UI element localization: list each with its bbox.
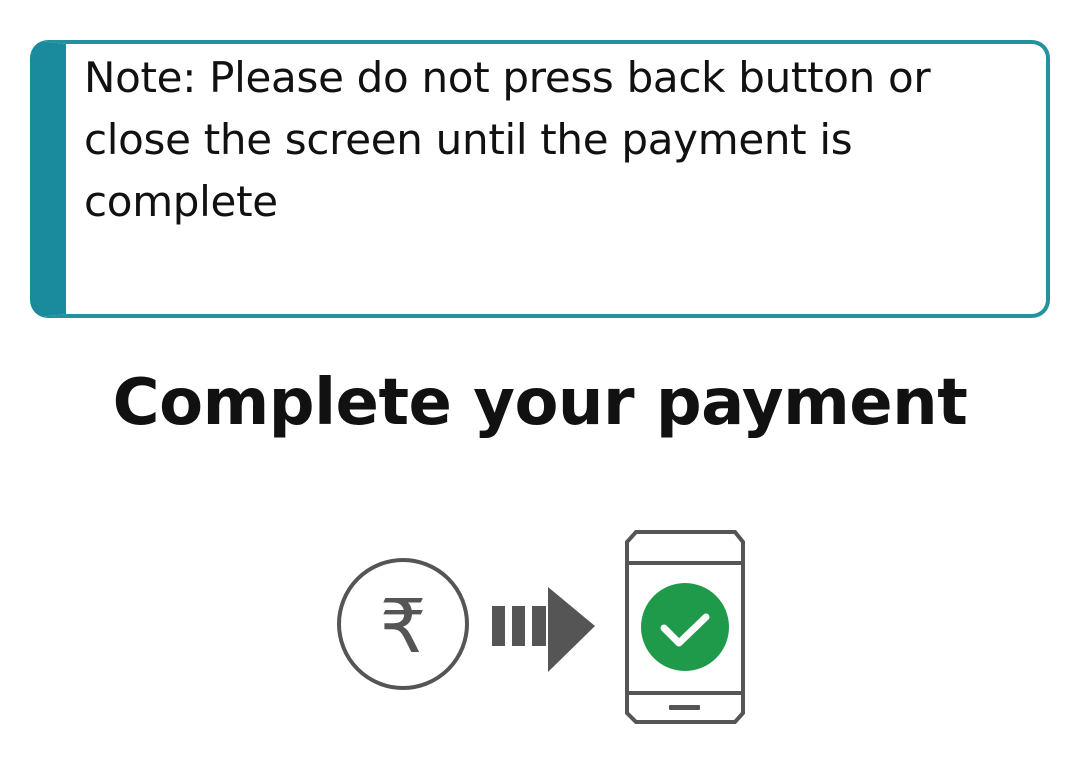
rupee-icon: ₹ bbox=[337, 558, 469, 690]
payment-illustration: ₹ bbox=[337, 530, 745, 724]
currency-symbol: ₹ bbox=[379, 584, 426, 670]
phone-home-bar bbox=[669, 705, 700, 710]
check-circle-icon bbox=[641, 583, 729, 671]
arrow-right-icon bbox=[492, 587, 595, 672]
